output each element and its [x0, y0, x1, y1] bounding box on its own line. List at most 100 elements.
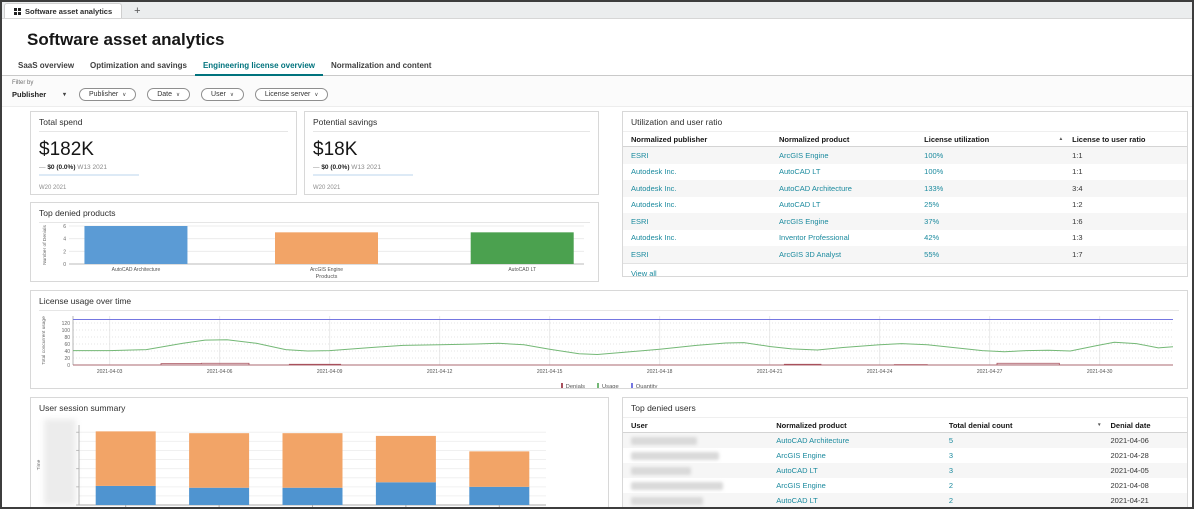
user-session-chart: Time	[31, 417, 608, 507]
view-all-link[interactable]: View all	[623, 262, 1187, 276]
svg-text:ArcGIS Engine: ArcGIS Engine	[310, 267, 343, 273]
filter-pills: Publisher ∨ Date ∨ User ∨ License server ∨	[79, 88, 329, 101]
column-header-user[interactable]: User	[631, 421, 776, 430]
browser-tab[interactable]: Software asset analytics	[4, 3, 123, 18]
table-header: User Normalized product Total denial count…	[623, 417, 1187, 433]
cell-total-denial-count[interactable]: 5	[949, 436, 1111, 445]
cell-license-utilization[interactable]: 100%	[924, 151, 1072, 160]
bar-autocad-lt[interactable]	[470, 232, 574, 264]
legend-item-denials[interactable]: Denials	[560, 382, 585, 388]
tab-saas-overview[interactable]: SaaS overview	[10, 58, 82, 75]
tab-normalization-and-content[interactable]: Normalization and content	[323, 58, 439, 75]
cell-normalized-publisher[interactable]: Autodesk Inc.	[631, 167, 779, 176]
cell-normalized-product[interactable]: ArcGIS Engine	[776, 451, 949, 460]
cell-normalized-product[interactable]: AutoCAD Architecture	[779, 184, 924, 193]
cell-normalized-product[interactable]: ArcGIS 3D Analyst	[779, 250, 924, 259]
cell-normalized-publisher[interactable]: ESRI	[631, 151, 779, 160]
legend-item-usage[interactable]: Usage	[596, 382, 619, 388]
filter-primary-select[interactable]: Publisher ▾	[10, 88, 68, 101]
cell-normalized-product[interactable]: AutoCAD LT	[779, 200, 924, 209]
svg-text:Total concurrent usage: Total concurrent usage	[41, 316, 47, 365]
filter-pill-license-server[interactable]: License server ∨	[254, 88, 329, 101]
session-bar-bottom[interactable]	[282, 487, 343, 505]
cell-license-to-user-ratio: 3:4	[1072, 183, 1083, 193]
cell-license-utilization[interactable]: 42%	[924, 233, 1072, 242]
bar-autocad-architecture[interactable]	[84, 226, 188, 264]
kpi-title: Potential savings	[313, 112, 590, 132]
cell-normalized-product[interactable]: Inventor Professional	[779, 233, 924, 242]
session-bar-top[interactable]	[282, 433, 343, 488]
browser-tab-title: Software asset analytics	[25, 6, 113, 16]
column-header-license-to-user-ratio[interactable]: License to user ratio	[1072, 135, 1179, 144]
column-header-normalized-product[interactable]: Normalized product	[776, 421, 949, 430]
cell-normalized-product[interactable]: ArcGIS Engine	[779, 217, 924, 226]
cell-license-utilization[interactable]: 100%	[924, 167, 1072, 176]
table-row: Autodesk Inc. AutoCAD LT 25% 1:2	[623, 197, 1187, 214]
session-bar-top[interactable]	[375, 435, 436, 483]
filter-pill-user[interactable]: User ∨	[201, 88, 244, 101]
user-session-title: User session summary	[39, 403, 126, 413]
cell-normalized-publisher[interactable]: Autodesk Inc.	[631, 184, 779, 193]
cell-normalized-publisher[interactable]: ESRI	[631, 217, 779, 226]
cell-normalized-publisher[interactable]: ESRI	[631, 250, 779, 259]
filter-by-label: Filter by	[12, 80, 34, 86]
user-session-card: User session summary Time	[30, 397, 609, 507]
chevron-down-icon: ▾	[62, 92, 66, 98]
column-header-normalized-product[interactable]: Normalized product	[779, 135, 924, 144]
cell-license-utilization[interactable]: 37%	[924, 217, 1072, 226]
cell-normalized-product[interactable]: ArcGIS Engine	[776, 481, 949, 490]
tab-optimization-and-savings[interactable]: Optimization and savings	[82, 58, 195, 75]
page-title: Software asset analytics	[27, 30, 225, 49]
column-header-normalized-publisher[interactable]: Normalized publisher	[631, 135, 779, 144]
tab-engineering-license-overview[interactable]: Engineering license overview	[194, 58, 323, 76]
chevron-down-icon: ∨	[229, 91, 234, 98]
redacted-user-name	[631, 466, 691, 475]
legend-swatch	[560, 382, 563, 388]
cell-license-to-user-ratio: 1:7	[1072, 249, 1083, 259]
session-bar-top[interactable]	[189, 433, 250, 488]
column-header-total-denial-count[interactable]: Total denial count ▾	[949, 421, 1111, 430]
cell-total-denial-count[interactable]: 2	[949, 481, 1111, 490]
filter-pill-date[interactable]: Date ∨	[147, 88, 191, 101]
session-bar-top[interactable]	[469, 451, 530, 487]
usage-line	[73, 339, 1174, 356]
cell-license-utilization[interactable]: 25%	[924, 200, 1072, 209]
denials-area	[73, 362, 1173, 366]
session-bar-top[interactable]	[95, 431, 156, 486]
kpi-sparkline	[313, 171, 413, 179]
session-bar-bottom[interactable]	[95, 485, 156, 505]
cell-normalized-product[interactable]: AutoCAD LT	[776, 466, 949, 475]
svg-text:AutoCAD Architecture: AutoCAD Architecture	[112, 267, 161, 273]
session-bar-bottom[interactable]	[469, 486, 530, 505]
column-header-denial-date[interactable]: Denial date	[1110, 421, 1179, 430]
cell-total-denial-count[interactable]: 2	[949, 496, 1111, 505]
legend-item-quantity[interactable]: Quantity	[630, 382, 657, 388]
filter-primary-value: Publisher	[12, 90, 47, 99]
license-usage-chart: 2021-04-03 2021-04-06 2021-04-09 2021-04-12…	[31, 311, 1187, 381]
cell-license-to-user-ratio: 1:3	[1072, 233, 1083, 243]
filter-bar: Filter by Publisher ▾ Publisher ∨ Date ∨ Use…	[2, 76, 1192, 107]
kpi-axis-label: W20 2021	[39, 185, 67, 191]
filter-pill-publisher[interactable]: Publisher ∨	[79, 88, 137, 101]
cell-normalized-product[interactable]: AutoCAD LT	[779, 167, 924, 176]
svg-text:60: 60	[64, 342, 70, 348]
session-bar-bottom[interactable]	[189, 487, 250, 505]
column-header-license-utilization[interactable]: License utilization ▴	[924, 135, 1072, 144]
cell-normalized-product[interactable]: ArcGIS Engine	[779, 151, 924, 160]
potential-savings-card: Potential savings $18K — $0 (0.0%) W13 202…	[304, 111, 599, 195]
new-tab-button[interactable]: +	[134, 6, 140, 17]
cell-normalized-publisher[interactable]: Autodesk Inc.	[631, 233, 779, 242]
session-bar-bottom[interactable]	[375, 482, 436, 505]
cell-license-utilization[interactable]: 133%	[924, 184, 1072, 193]
cell-total-denial-count[interactable]: 3	[949, 466, 1111, 475]
cell-normalized-product[interactable]: AutoCAD LT	[776, 496, 949, 505]
utilization-table: Normalized publisher Normalized product Li…	[623, 131, 1187, 276]
cell-normalized-publisher[interactable]: Autodesk Inc.	[631, 200, 779, 209]
bar-arcgis-engine[interactable]	[275, 232, 378, 264]
kpi-value: $18K	[313, 139, 358, 160]
cell-license-utilization[interactable]: 55%	[924, 250, 1072, 259]
cell-normalized-product[interactable]: AutoCAD Architecture	[776, 436, 949, 445]
table-row: AutoCAD LT 3 2021-04-05	[623, 463, 1187, 478]
cell-total-denial-count[interactable]: 3	[949, 451, 1111, 460]
svg-text:2021-04-06: 2021-04-06	[207, 369, 233, 375]
